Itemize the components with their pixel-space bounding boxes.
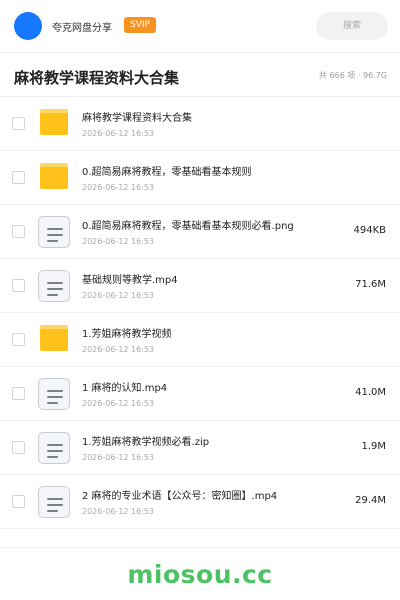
file-row[interactable]: 麻将教学课程资料大合集 2026-06-12 16:53 — [0, 97, 400, 151]
folder-icon — [37, 323, 71, 357]
page-title: 麻将教学课程资料大合集 — [14, 69, 180, 87]
file-date: 2026-06-12 16:53 — [82, 345, 155, 354]
document-icon — [37, 269, 71, 303]
folder-icon — [37, 161, 71, 195]
file-row[interactable]: 基础规则等教学.mp4 2026-06-12 16:53 71.6M — [0, 259, 400, 313]
document-icon — [37, 431, 71, 465]
file-date: 2026-06-12 16:53 — [82, 237, 155, 246]
search-input[interactable] — [316, 12, 388, 40]
folder-summary: 共 666 项 · 96.7G — [319, 71, 387, 80]
avatar[interactable] — [14, 12, 42, 40]
file-size: 41.0M — [355, 387, 386, 398]
file-date: 2026-06-12 16:53 — [82, 129, 155, 138]
row-checkbox[interactable] — [12, 117, 25, 130]
file-date: 2026-06-12 16:53 — [82, 291, 155, 300]
file-row[interactable]: 1.芳姐麻将教学视频 2026-06-12 16:53 — [0, 313, 400, 367]
file-row[interactable]: 0.超简易麻将教程，零基础看基本规则必看.png 2026-06-12 16:53… — [0, 205, 400, 259]
document-icon — [37, 215, 71, 249]
file-size: 71.6M — [355, 279, 386, 290]
file-name[interactable]: 0.超简易麻将教程，零基础看基本规则必看.png — [82, 217, 294, 232]
row-checkbox[interactable] — [12, 171, 25, 184]
file-name[interactable]: 基础规则等教学.mp4 — [82, 271, 178, 286]
file-name[interactable]: 2 麻将的专业术语【公众号：密知圈】.mp4 — [82, 487, 277, 502]
row-checkbox[interactable] — [12, 279, 25, 292]
file-row[interactable]: 2 麻将的专业术语【公众号：密知圈】.mp4 2026-06-12 16:53 29… — [0, 475, 400, 529]
file-name[interactable]: 1.芳姐麻将教学视频 — [82, 325, 172, 340]
document-icon — [37, 377, 71, 411]
file-date: 2026-06-12 16:53 — [82, 183, 155, 192]
row-checkbox[interactable] — [12, 495, 25, 508]
file-row[interactable]: 1 麻将的认知.mp4 2026-06-12 16:53 41.0M — [0, 367, 400, 421]
file-row[interactable]: 1.芳姐麻将教学视频必看.zip 2026-06-12 16:53 1.9M — [0, 421, 400, 475]
file-date: 2026-06-12 16:53 — [82, 399, 155, 408]
document-icon — [37, 485, 71, 519]
watermark: miosou.cc — [127, 560, 273, 589]
file-name[interactable]: 1 麻将的认知.mp4 — [82, 379, 167, 394]
file-date: 2026-06-12 16:53 — [82, 453, 155, 462]
svip-badge: SVIP — [124, 17, 156, 33]
file-name[interactable]: 1.芳姐麻将教学视频必看.zip — [82, 433, 209, 448]
file-name[interactable]: 麻将教学课程资料大合集 — [82, 109, 192, 124]
file-size: 29.4M — [355, 495, 386, 506]
file-name[interactable]: 0.超简易麻将教程，零基础看基本规则 — [82, 163, 252, 178]
header: 夸克网盘分享 SVIP — [0, 0, 400, 52]
folder-icon — [37, 107, 71, 141]
file-date: 2026-06-12 16:53 — [82, 507, 155, 516]
share-owner-name: 夸克网盘分享 — [52, 23, 112, 34]
row-checkbox[interactable] — [12, 441, 25, 454]
file-size: 494KB — [353, 225, 386, 236]
folder-title-row: 麻将教学课程资料大合集 共 666 项 · 96.7G — [0, 53, 400, 97]
row-checkbox[interactable] — [12, 225, 25, 238]
file-row[interactable]: 0.超简易麻将教程，零基础看基本规则 2026-06-12 16:53 — [0, 151, 400, 205]
list-end-divider — [0, 547, 400, 548]
row-checkbox[interactable] — [12, 333, 25, 346]
file-list: 麻将教学课程资料大合集 2026-06-12 16:53 0.超简易麻将教程，零基础… — [0, 97, 400, 529]
file-size: 1.9M — [361, 441, 386, 452]
row-checkbox[interactable] — [12, 387, 25, 400]
